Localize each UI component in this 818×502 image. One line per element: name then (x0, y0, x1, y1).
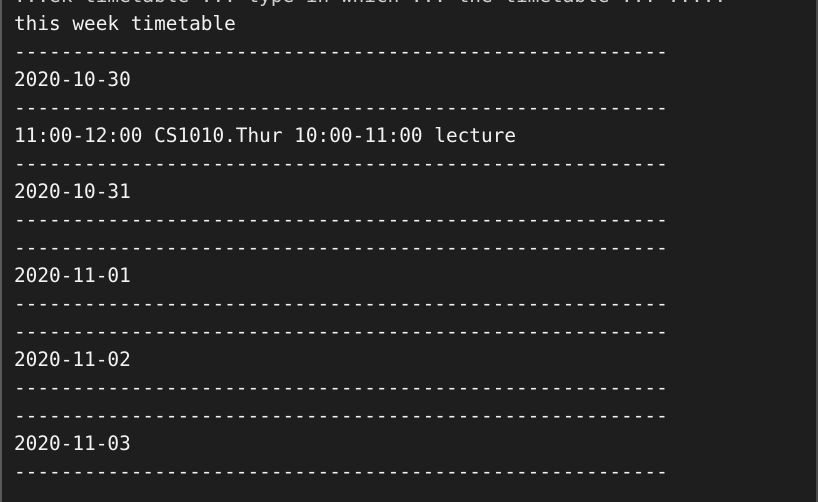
timetable-heading: this week timetable (14, 12, 236, 35)
separator-line: ----------------------------------------… (14, 40, 668, 63)
separator-line: ----------------------------------------… (14, 320, 668, 343)
date-heading: 2020-10-31 (14, 180, 131, 203)
separator-line: ----------------------------------------… (14, 236, 668, 259)
separator-line: ----------------------------------------… (14, 376, 668, 399)
timetable-entry: 11:00-12:00 CS1010.Thur 10:00-11:00 lect… (14, 124, 516, 147)
separator-line: ----------------------------------------… (14, 152, 668, 175)
separator-line: ----------------------------------------… (14, 96, 668, 119)
separator-line: ----------------------------------------… (14, 404, 668, 427)
separator-line: ----------------------------------------… (14, 292, 668, 315)
terminal-window[interactable]: ...ek timetable ... type in which ... th… (0, 0, 818, 502)
date-heading: 2020-11-03 (14, 432, 131, 455)
separator-line: ----------------------------------------… (14, 460, 668, 483)
separator-line: ----------------------------------------… (14, 208, 668, 231)
date-heading: 2020-10-30 (14, 68, 131, 91)
date-heading: 2020-11-02 (14, 348, 131, 371)
terminal-output: ...ek timetable ... type in which ... th… (14, 0, 818, 486)
terminal-line-cutoff: ...ek timetable ... type in which ... th… (14, 0, 818, 10)
date-heading: 2020-11-01 (14, 264, 131, 287)
